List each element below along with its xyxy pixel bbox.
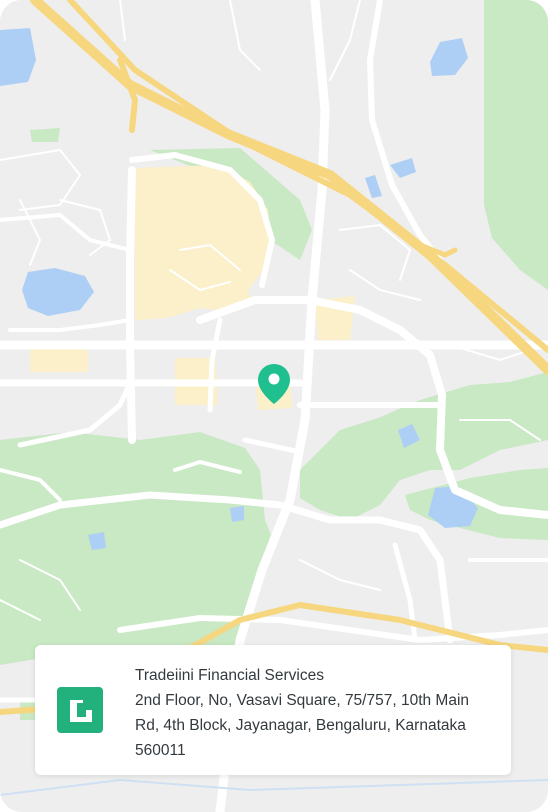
map-view[interactable]: Tradeiini Financial Services 2nd Floor, … [0,0,548,812]
company-name: Tradeiini Financial Services [135,667,324,684]
location-info-card: Tradeiini Financial Services 2nd Floor, … [35,645,511,775]
location-pin-icon[interactable] [256,362,292,406]
address-block: Tradeiini Financial Services 2nd Floor, … [135,663,495,763]
address-line: Rd, 4th Block, Jayanagar, Bengaluru, Kar… [135,717,466,734]
brand-logo-icon [57,687,103,733]
address-line: 560011 [135,742,186,759]
address-line: 2nd Floor, No, Vasavi Square, 75/757, 10… [135,692,470,709]
